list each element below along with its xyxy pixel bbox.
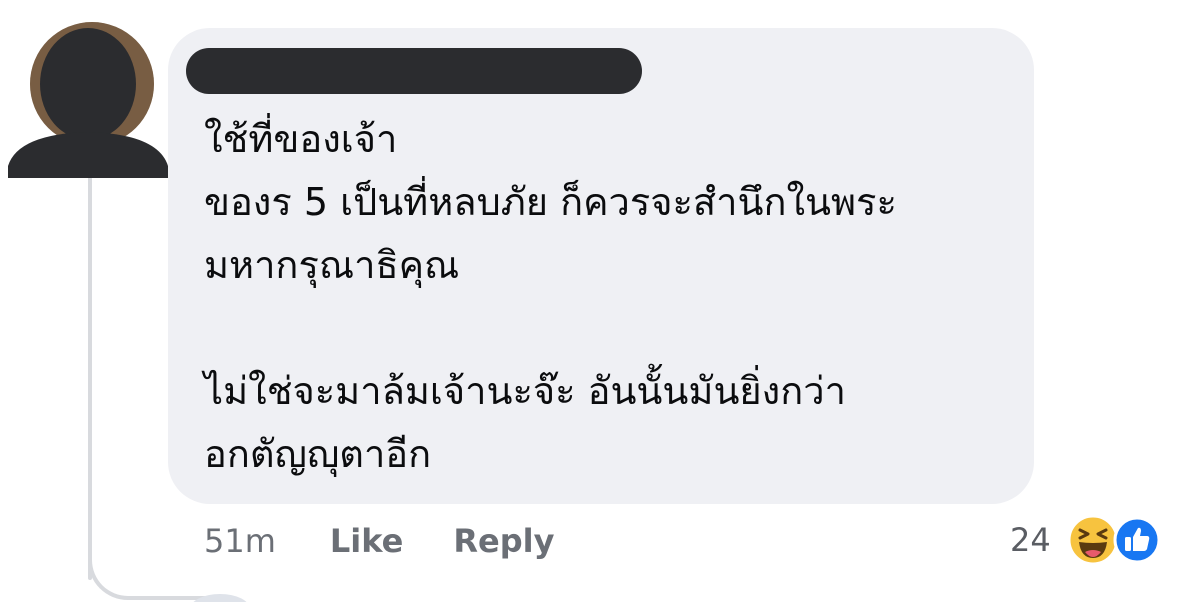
person-silhouette-icon: [8, 22, 168, 178]
reaction-summary[interactable]: 24: [1010, 512, 1165, 568]
comment-text: ใช้ที่ของเจ้า ของร 5 เป็นที่หลบภัย ก็ควร…: [204, 117, 897, 476]
thread-line: [88, 170, 92, 580]
reaction-icons: [1067, 514, 1165, 566]
thread-connector: [88, 560, 208, 600]
like-icon: [1113, 516, 1161, 564]
comment-actions: 51m Like Reply: [204, 518, 604, 564]
like-button[interactable]: Like: [330, 522, 403, 560]
comment-thread: ใช้ที่ของเจ้า ของร 5 เป็นที่หลบภัย ก็ควร…: [0, 0, 1200, 602]
reaction-count: 24: [1010, 521, 1051, 559]
author-name-redacted[interactable]: [186, 48, 642, 94]
avatar[interactable]: [8, 16, 168, 178]
comment-bubble: ใช้ที่ของเจ้า ของร 5 เป็นที่หลบภัย ก็ควร…: [168, 28, 1034, 504]
reply-button[interactable]: Reply: [453, 522, 554, 560]
timestamp[interactable]: 51m: [204, 522, 276, 560]
haha-icon: [1067, 514, 1119, 566]
